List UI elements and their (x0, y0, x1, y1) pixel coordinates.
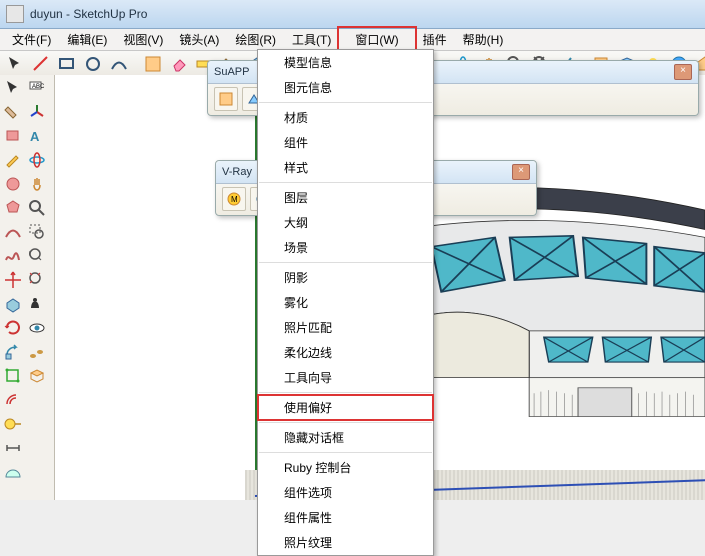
menu-item[interactable]: 隐藏对话框 (258, 425, 433, 450)
offset-tool-icon[interactable] (2, 389, 24, 411)
svg-text:ABC: ABC (32, 84, 45, 90)
window-menu-dropdown: 模型信息图元信息材质组件样式图层大纲场景阴影雾化照片匹配柔化边线工具向导使用偏好… (257, 49, 434, 556)
scale-tool-icon[interactable] (2, 365, 24, 387)
rect-icon[interactable] (56, 53, 78, 75)
cursor-icon[interactable] (2, 77, 24, 99)
zoom-window-icon[interactable] (26, 221, 48, 243)
menu-item[interactable]: 柔化边线 (258, 340, 433, 365)
vray-material-icon[interactable]: M (222, 187, 246, 211)
followme-icon[interactable] (2, 341, 24, 363)
vray-title: V-Ray (222, 166, 252, 178)
close-icon[interactable]: × (512, 164, 530, 180)
previous-icon[interactable] (26, 245, 48, 267)
menu-item[interactable]: 照片匹配 (258, 315, 433, 340)
menu-file[interactable]: 文件(F) (4, 29, 59, 50)
menu-edit[interactable]: 编辑(E) (59, 29, 115, 50)
title-bar: duyun - SketchUp Pro (0, 0, 705, 29)
menu-item[interactable]: Ruby 控制台 (258, 455, 433, 480)
menu-item[interactable]: 组件选项 (258, 480, 433, 505)
circle-tool-icon[interactable] (2, 173, 24, 195)
menu-draw[interactable]: 绘图(R) (227, 29, 284, 50)
menu-camera[interactable]: 镜头(A) (171, 29, 227, 50)
suapp-btn-1[interactable] (214, 87, 238, 111)
menu-item[interactable]: 材质 (258, 105, 433, 130)
svg-text:A: A (30, 129, 40, 144)
menu-view[interactable]: 视图(V) (115, 29, 171, 50)
menu-item[interactable]: 组件属性 (258, 505, 433, 530)
zoom-ext-tool-icon[interactable] (26, 269, 48, 291)
left-toolbar: ABC A (0, 75, 55, 500)
suapp-title: SuAPP (214, 66, 249, 78)
menu-window[interactable]: 窗口(W) (339, 29, 414, 50)
app-icon (6, 5, 24, 23)
pan-tool-icon[interactable] (26, 173, 48, 195)
menu-item[interactable]: 模型信息 (258, 50, 433, 75)
zoom-tool-icon[interactable] (26, 197, 48, 219)
eraser-icon[interactable] (168, 53, 190, 75)
group-icon[interactable] (142, 53, 164, 75)
paint-bucket-icon[interactable] (2, 101, 24, 123)
pushpull-icon[interactable] (2, 293, 24, 315)
menu-item[interactable]: 工具向导 (258, 365, 433, 390)
polygon-icon[interactable] (2, 197, 24, 219)
menu-tools[interactable]: 工具(T) (284, 29, 339, 50)
menu-help[interactable]: 帮助(H) (455, 29, 512, 50)
section-tool-icon[interactable] (26, 365, 48, 387)
walk-icon[interactable] (26, 341, 48, 363)
close-icon[interactable]: × (674, 64, 692, 80)
svg-text:M: M (231, 195, 238, 204)
arc-tool-icon[interactable] (2, 221, 24, 243)
window-title: duyun - SketchUp Pro (30, 7, 147, 21)
menu-item[interactable]: 组件 (258, 130, 433, 155)
freehand-icon[interactable] (2, 245, 24, 267)
rotate-tool-icon[interactable] (2, 317, 24, 339)
text-tool-icon[interactable]: ABC (26, 77, 48, 99)
menu-item[interactable]: 雾化 (258, 290, 433, 315)
move-tool-icon[interactable] (2, 269, 24, 291)
menu-item[interactable]: 场景 (258, 235, 433, 260)
menu-item[interactable]: 样式 (258, 155, 433, 180)
menu-item[interactable]: 使用偏好 (258, 395, 433, 420)
protractor-icon[interactable] (2, 461, 24, 483)
rect-tool-icon[interactable] (2, 125, 24, 147)
menu-item[interactable]: 图层 (258, 185, 433, 210)
axes-icon[interactable] (26, 101, 48, 123)
position-camera-icon[interactable] (26, 293, 48, 315)
dimension-icon[interactable] (2, 437, 24, 459)
look-around-icon[interactable] (26, 317, 48, 339)
pencil-icon[interactable] (2, 149, 24, 171)
tape-tool-icon[interactable] (2, 413, 24, 435)
3dtext-icon[interactable]: A (26, 125, 48, 147)
menu-plugins[interactable]: 插件 (415, 29, 455, 50)
arc-icon[interactable] (108, 53, 130, 75)
menu-item[interactable]: 图元信息 (258, 75, 433, 100)
circle-icon[interactable] (82, 53, 104, 75)
orbit-tool-icon[interactable] (26, 149, 48, 171)
menu-item[interactable]: 阴影 (258, 265, 433, 290)
menu-bar: 文件(F) 编辑(E) 视图(V) 镜头(A) 绘图(R) 工具(T) 窗口(W… (0, 29, 705, 51)
menu-item[interactable]: 大纲 (258, 210, 433, 235)
menu-item[interactable]: 照片纹理 (258, 530, 433, 555)
line-icon[interactable] (30, 53, 52, 75)
select-icon[interactable] (4, 53, 26, 75)
